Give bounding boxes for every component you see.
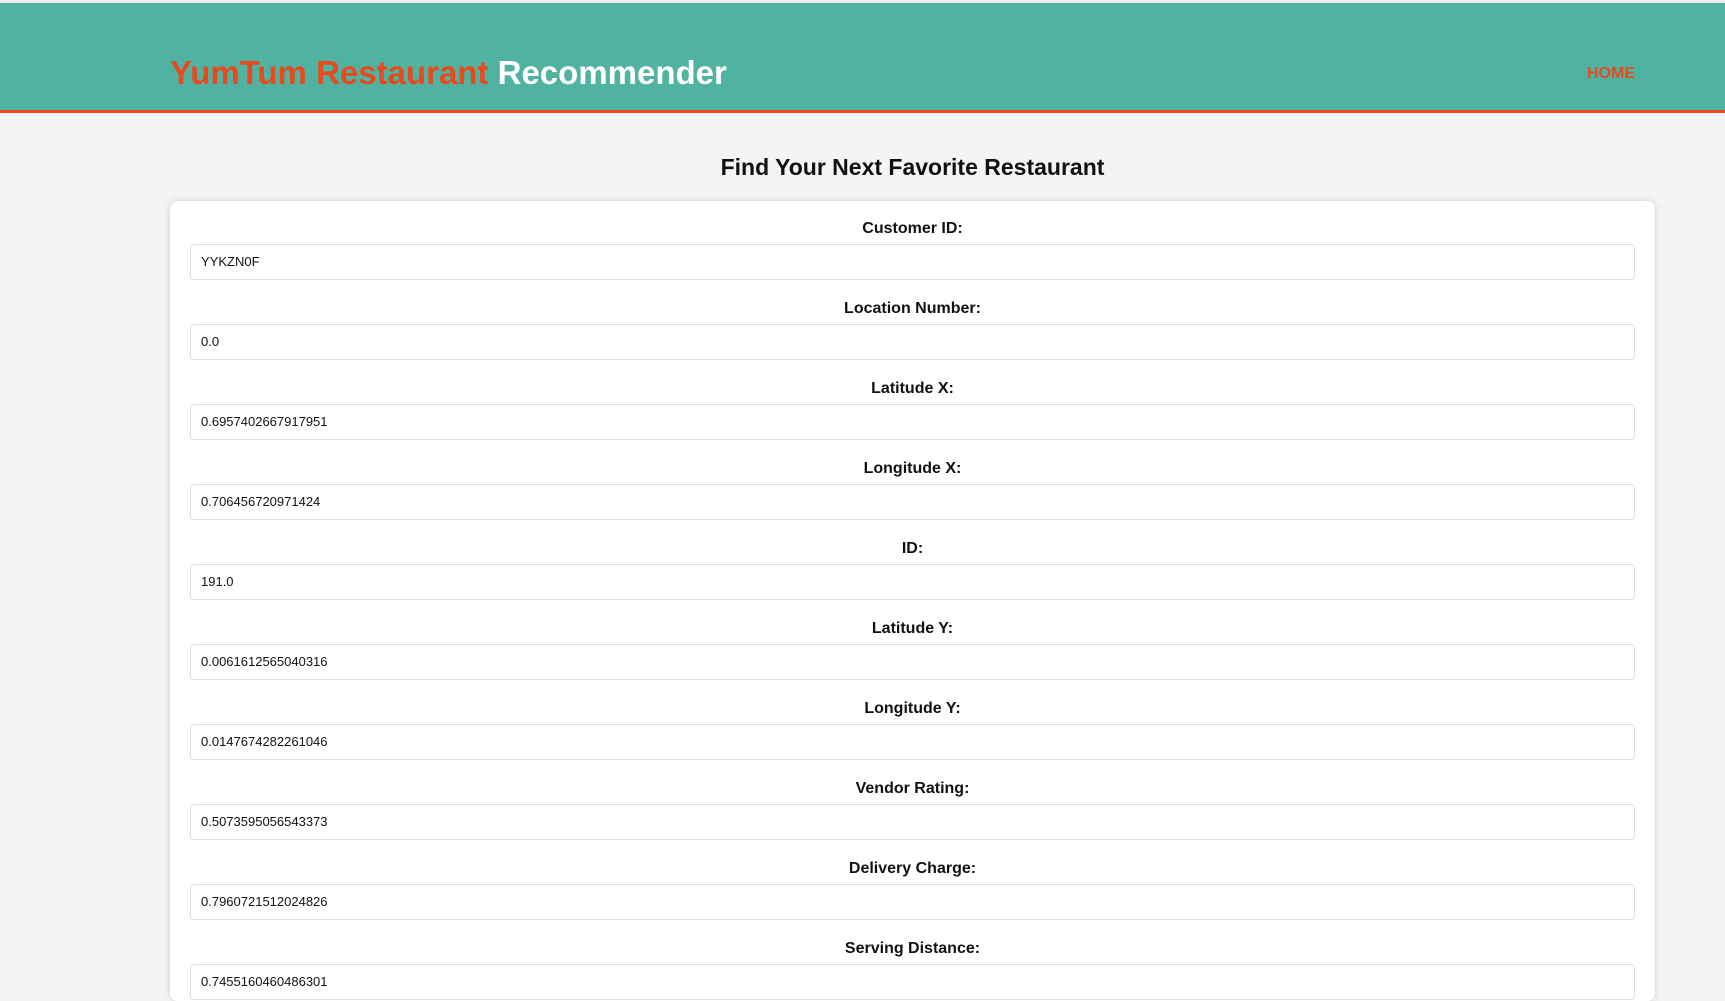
field-vendor-rating: Vendor Rating: 0.5073595056543373 [190,779,1635,840]
field-longitude-y: Longitude Y: 0.0147674282261046 [190,699,1635,760]
field-delivery-charge: Delivery Charge: 0.7960721512024826 [190,859,1635,920]
latitude-x-input[interactable]: 0.6957402667917951 [190,404,1635,440]
recommendation-form: Customer ID: YYKZN0F Location Number: 0.… [170,201,1655,1001]
nav-home-link[interactable]: HOME [1587,64,1635,84]
site-header: YumTum Restaurant Recommender HOME [0,3,1725,113]
longitude-x-label: Longitude X: [863,460,962,477]
page-title: Find Your Next Favorite Restaurant [720,154,1105,180]
field-latitude-y: Latitude Y: 0.0061612565040316 [190,619,1635,680]
delivery-charge-input[interactable]: 0.7960721512024826 [190,884,1635,920]
field-longitude-x: Longitude X: 0.706456720971424 [190,459,1635,520]
longitude-y-label: Longitude Y: [864,700,961,717]
delivery-charge-label: Delivery Charge: [848,860,977,877]
latitude-y-input[interactable]: 0.0061612565040316 [190,644,1635,680]
field-serving-distance: Serving Distance: 0.7455160460486301 [190,939,1635,1000]
brand-highlight: YumTum Restaurant [170,54,489,91]
location-number-input[interactable]: 0.0 [190,324,1635,360]
id-label: ID: [901,540,924,557]
longitude-x-input[interactable]: 0.706456720971424 [190,484,1635,520]
field-latitude-x: Latitude X: 0.6957402667917951 [190,379,1635,440]
field-location-number: Location Number: 0.0 [190,299,1635,360]
customer-id-label: Customer ID: [862,220,963,237]
brand-rest: Recommender [497,54,727,91]
longitude-y-input[interactable]: 0.0147674282261046 [190,724,1635,760]
serving-distance-input[interactable]: 0.7455160460486301 [190,964,1635,1000]
field-customer-id: Customer ID: YYKZN0F [190,219,1635,280]
id-input[interactable]: 191.0 [190,564,1635,600]
vendor-rating-input[interactable]: 0.5073595056543373 [190,804,1635,840]
latitude-y-label: Latitude Y: [871,620,954,637]
brand-title: YumTum Restaurant Recommender [170,53,727,93]
serving-distance-label: Serving Distance: [844,940,981,957]
customer-id-input[interactable]: YYKZN0F [190,244,1635,280]
location-number-label: Location Number: [844,300,981,317]
latitude-x-label: Latitude X: [871,380,954,397]
vendor-rating-label: Vendor Rating: [855,780,970,797]
field-id: ID: 191.0 [190,539,1635,600]
